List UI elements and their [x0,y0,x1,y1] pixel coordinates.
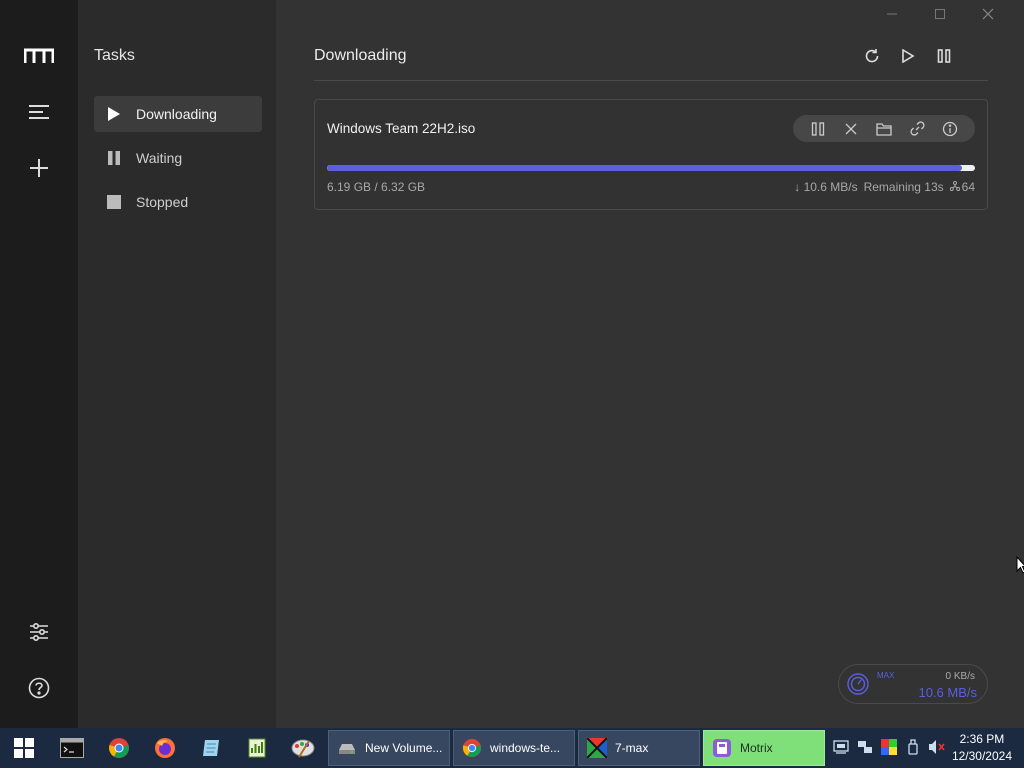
motrix-app-icon [712,738,732,758]
stop-icon [106,194,122,210]
help-icon[interactable] [19,668,59,708]
maximize-icon[interactable] [916,4,964,24]
volume-muted-icon[interactable] [928,738,946,756]
task-name: Windows Team 22H2.iso [327,121,476,136]
taskbar-clock[interactable]: 2:36 PM 12/30/2024 [952,731,1012,765]
remaining-time: Remaining 13s [863,180,944,194]
7-max-icon [586,737,608,759]
connections-icon [949,180,960,194]
paint-icon[interactable] [291,736,315,760]
connections: 64 [949,180,975,194]
window-controls [868,4,1012,24]
taskbar-app-label: Motrix [740,741,773,755]
play-icon [106,106,122,122]
minimize-icon[interactable] [868,4,916,24]
taskbar-app-7-max[interactable]: 7-max [578,730,700,766]
upload-speed: 0 KB/s [945,671,975,682]
speedometer-icon [847,673,869,695]
resume-all-icon[interactable] [890,45,926,67]
firefox-icon[interactable] [153,736,177,760]
download-speed: ↓ 10.6 MB/s [794,180,858,194]
page-title: Downloading [314,47,407,64]
color-app-icon[interactable] [880,738,898,756]
notepad-icon[interactable] [199,736,223,760]
drive-icon [337,738,357,758]
pause-icon[interactable] [807,118,829,140]
sidebar-item-label: Downloading [136,106,217,122]
taskbar-app-label: 7-max [615,741,649,755]
refresh-icon[interactable] [854,45,890,67]
progress-bar [327,165,975,171]
progress-fill [327,165,963,171]
speed-max-label: MAX [877,671,895,680]
info-icon[interactable] [939,118,961,140]
start-button-icon[interactable] [12,736,36,760]
icon-rail [0,0,78,728]
pause-icon [106,150,122,166]
clock-date: 12/30/2024 [951,749,1012,763]
sidebar-title: Tasks [94,47,135,64]
header-actions [854,45,962,67]
task-item[interactable]: Windows Team 22H2.iso 6.19 GB / 6.32 GB … [314,99,988,210]
system-tray [832,738,946,756]
task-stats: ↓ 10.6 MB/s Remaining 13s 64 [794,180,975,194]
taskbar-app-chrome[interactable]: windows-te... [453,730,575,766]
usb-icon[interactable] [904,738,922,756]
sidebar-item-downloading[interactable]: Downloading [94,96,262,132]
motrix-window: Tasks Downloading Waiting Stopped Downlo… [0,0,1024,728]
sidebar-item-waiting[interactable]: Waiting [94,140,262,176]
speedometer[interactable]: MAX 0 KB/s 10.6 MB/s [838,664,988,704]
chrome-icon[interactable] [107,736,131,760]
connections-count: 64 [961,180,975,194]
mouse-cursor-icon [1016,555,1024,574]
spreadsheet-icon[interactable] [245,736,269,760]
pause-all-icon[interactable] [926,45,962,67]
network-icon[interactable] [856,738,874,756]
sidebar-item-label: Waiting [136,150,183,166]
taskbar-app-motrix[interactable]: Motrix [703,730,825,766]
task-action-bar [793,115,975,142]
task-sidebar: Tasks Downloading Waiting Stopped [78,0,276,728]
preferences-icon[interactable] [19,612,59,652]
sidebar-item-label: Stopped [136,194,189,210]
motrix-logo-icon[interactable] [19,36,59,76]
tray-app-icon[interactable] [832,738,850,756]
menu-icon[interactable] [19,92,59,132]
taskbar-app-new-volume[interactable]: New Volume... [328,730,450,766]
add-icon[interactable] [19,148,59,188]
task-size: 6.19 GB / 6.32 GB [327,180,426,194]
taskbar-app-label: New Volume... [365,741,443,755]
main-panel: Downloading Windows Team 22H2.iso 6.19 G… [276,0,1024,728]
terminal-icon[interactable] [60,736,84,760]
sidebar-item-stopped[interactable]: Stopped [94,184,262,220]
clock-time: 2:36 PM [959,732,1005,746]
delete-icon[interactable] [840,118,862,140]
windows-taskbar: New Volume... windows-te... 7-max Motrix [0,728,1024,768]
link-icon[interactable] [906,118,928,140]
taskbar-app-label: windows-te... [490,741,561,755]
download-speed-total: 10.6 MB/s [918,685,977,700]
header-divider [314,80,988,81]
folder-icon[interactable] [873,118,895,140]
close-icon[interactable] [964,4,1012,24]
chrome-icon [462,738,482,758]
